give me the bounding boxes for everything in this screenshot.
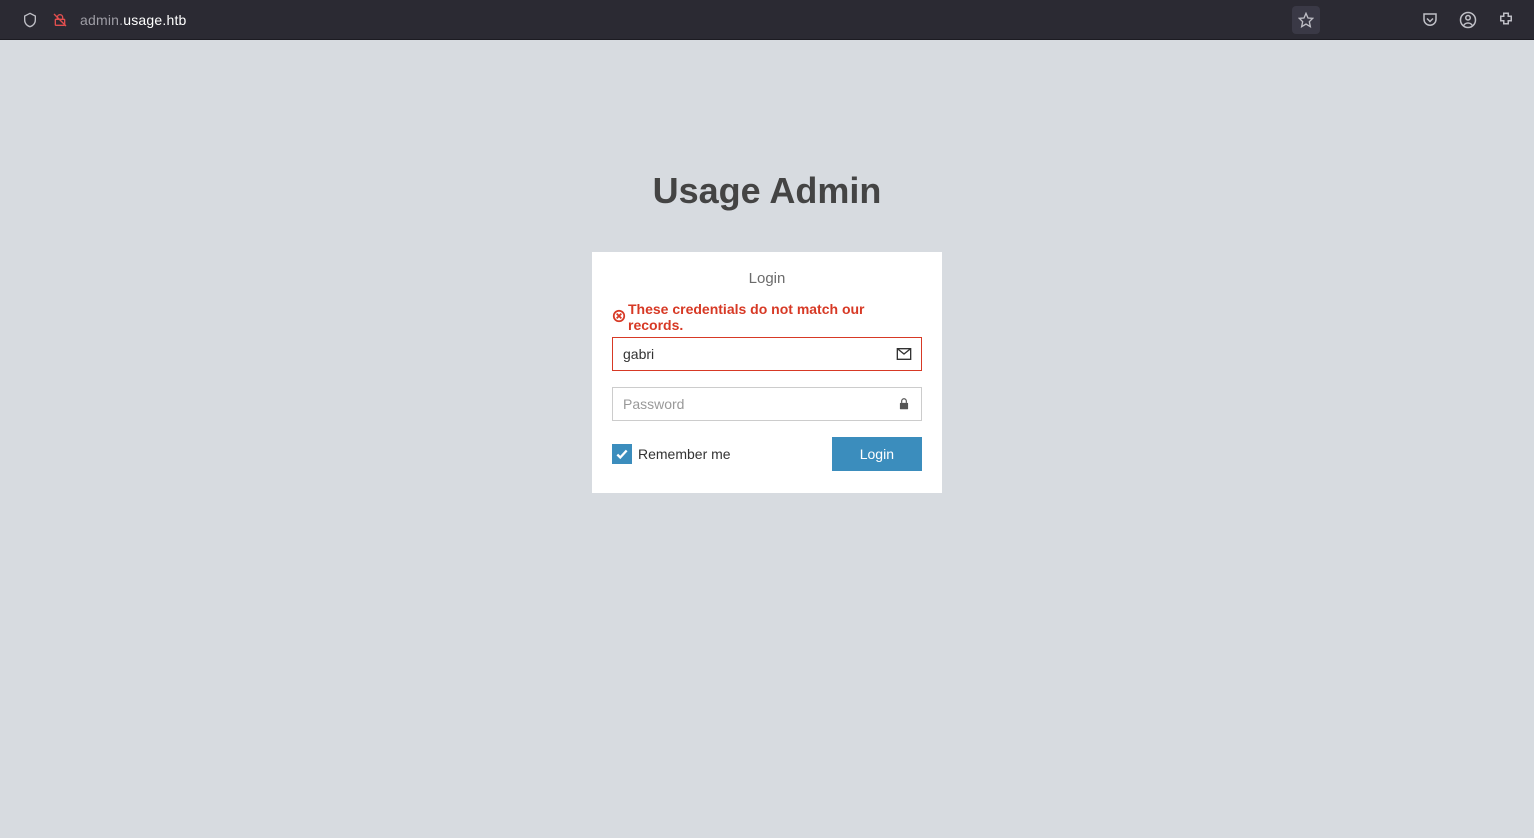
lock-insecure-icon[interactable] — [50, 10, 70, 30]
login-button[interactable]: Login — [832, 437, 922, 471]
error-icon — [612, 309, 626, 326]
error-text: These credentials do not match our recor… — [628, 301, 922, 333]
login-box-header: Login — [612, 270, 922, 287]
url-text: admin.usage.htb — [80, 12, 187, 28]
shield-icon[interactable] — [20, 10, 40, 30]
login-box: Login These credentials do not match our… — [592, 252, 942, 493]
error-message: These credentials do not match our recor… — [612, 301, 922, 333]
password-group — [612, 387, 922, 421]
envelope-icon — [886, 337, 922, 371]
pocket-icon[interactable] — [1420, 10, 1440, 30]
remember-me-checkbox[interactable] — [612, 444, 632, 464]
remember-me-label[interactable]: Remember me — [612, 444, 731, 464]
account-icon[interactable] — [1458, 10, 1478, 30]
remember-me-text: Remember me — [638, 446, 731, 462]
bookmark-star-button[interactable] — [1292, 6, 1320, 34]
password-input[interactable] — [612, 387, 922, 421]
url-bar[interactable]: admin.usage.htb — [80, 5, 1282, 35]
username-group — [612, 337, 922, 371]
lock-icon — [886, 387, 922, 421]
page-body: Usage Admin Login These credentials do n… — [0, 40, 1534, 838]
extensions-icon[interactable] — [1496, 10, 1516, 30]
page-title: Usage Admin — [653, 170, 882, 212]
browser-address-bar: admin.usage.htb — [0, 0, 1534, 40]
username-input[interactable] — [612, 337, 922, 371]
